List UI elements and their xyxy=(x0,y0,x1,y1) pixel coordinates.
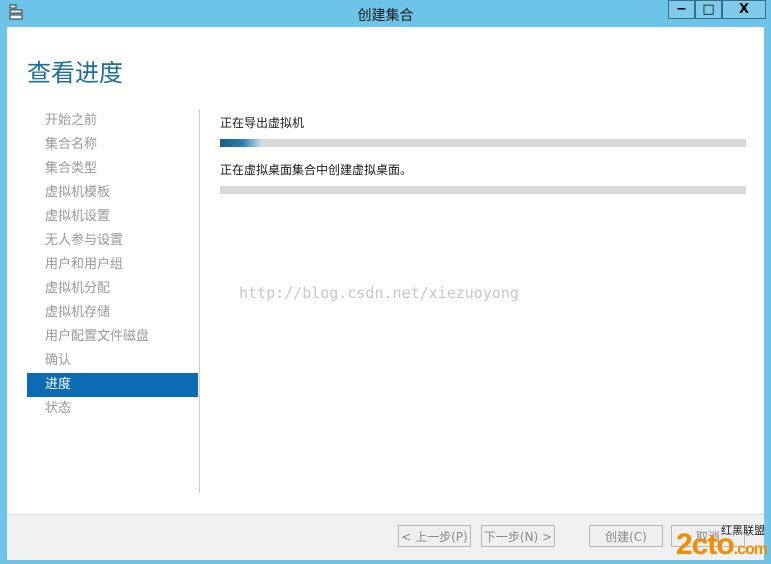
progress-bar xyxy=(220,139,746,147)
wizard-content: 查看进度 开始之前 集合名称 集合类型 虚拟机模板 虚拟机设置 无人参与设置 用户和用户组虚… xyxy=(7,27,764,514)
nav-item[interactable]: 虚拟机分配 xyxy=(27,277,198,301)
nav-item[interactable]: 集合名称 xyxy=(27,133,198,157)
maximize-icon: □ xyxy=(702,2,715,17)
progress-bar xyxy=(220,186,746,194)
progress-fill xyxy=(220,139,263,147)
nav-item[interactable]: 用户和用户组 xyxy=(27,253,198,277)
close-button[interactable]: X xyxy=(722,0,766,19)
page-title: 查看进度 xyxy=(27,59,123,87)
site-logo: 红黑联盟 2cto.com xyxy=(629,522,769,562)
previous-button[interactable]: < 上一步(P) xyxy=(398,525,471,547)
nav-item[interactable]: 虚拟机模板 xyxy=(27,181,198,205)
logo-main: 2cto xyxy=(675,528,735,561)
nav-item[interactable]: 集合类型 xyxy=(27,157,198,181)
nav-item[interactable]: 进度 xyxy=(27,373,198,397)
task-label: 正在导出虚拟机 xyxy=(220,116,305,130)
create-collection-window: 创建集合 − □ X 查看进度 开始之前 集合名称 集合类型 虚拟机模板 虚拟机设置 无人… xyxy=(0,0,771,564)
nav-item[interactable]: 开始之前 xyxy=(27,109,198,133)
logo-main-text: 2cto.com xyxy=(675,528,768,562)
wizard-nav: 开始之前 集合名称 集合类型 虚拟机模板 虚拟机设置 无人参与设置 用户和用户组 虚拟机分配虚… xyxy=(27,109,198,421)
task-label: 正在虚拟桌面集合中创建虚拟桌面。 xyxy=(220,163,413,177)
logo-suffix: .com xyxy=(733,541,768,558)
watermark: http://blog.csdn.net/xiezuoyong xyxy=(239,284,519,302)
minimize-button[interactable]: − xyxy=(668,0,695,19)
maximize-button[interactable]: □ xyxy=(695,0,722,19)
nav-divider xyxy=(199,109,200,493)
task-create-desktops: 正在虚拟桌面集合中创建虚拟桌面。 xyxy=(220,161,746,194)
minimize-icon: − xyxy=(676,2,687,17)
nav-item[interactable]: 虚拟机存储 xyxy=(27,301,198,325)
next-button[interactable]: 下一步(N) > xyxy=(481,525,555,547)
nav-item[interactable]: 确认 xyxy=(27,349,198,373)
nav-item[interactable]: 虚拟机设置 xyxy=(27,205,198,229)
window-title: 创建集合 xyxy=(357,8,414,24)
task-export-vm: 正在导出虚拟机 xyxy=(220,114,746,147)
nav-item[interactable]: 无人参与设置 xyxy=(27,229,198,253)
nav-item[interactable]: 状态 xyxy=(27,397,198,421)
close-icon: X xyxy=(738,2,750,17)
nav-item[interactable]: 用户配置文件磁盘 xyxy=(27,325,198,349)
title-bar[interactable]: 创建集合 − □ X xyxy=(0,0,771,26)
